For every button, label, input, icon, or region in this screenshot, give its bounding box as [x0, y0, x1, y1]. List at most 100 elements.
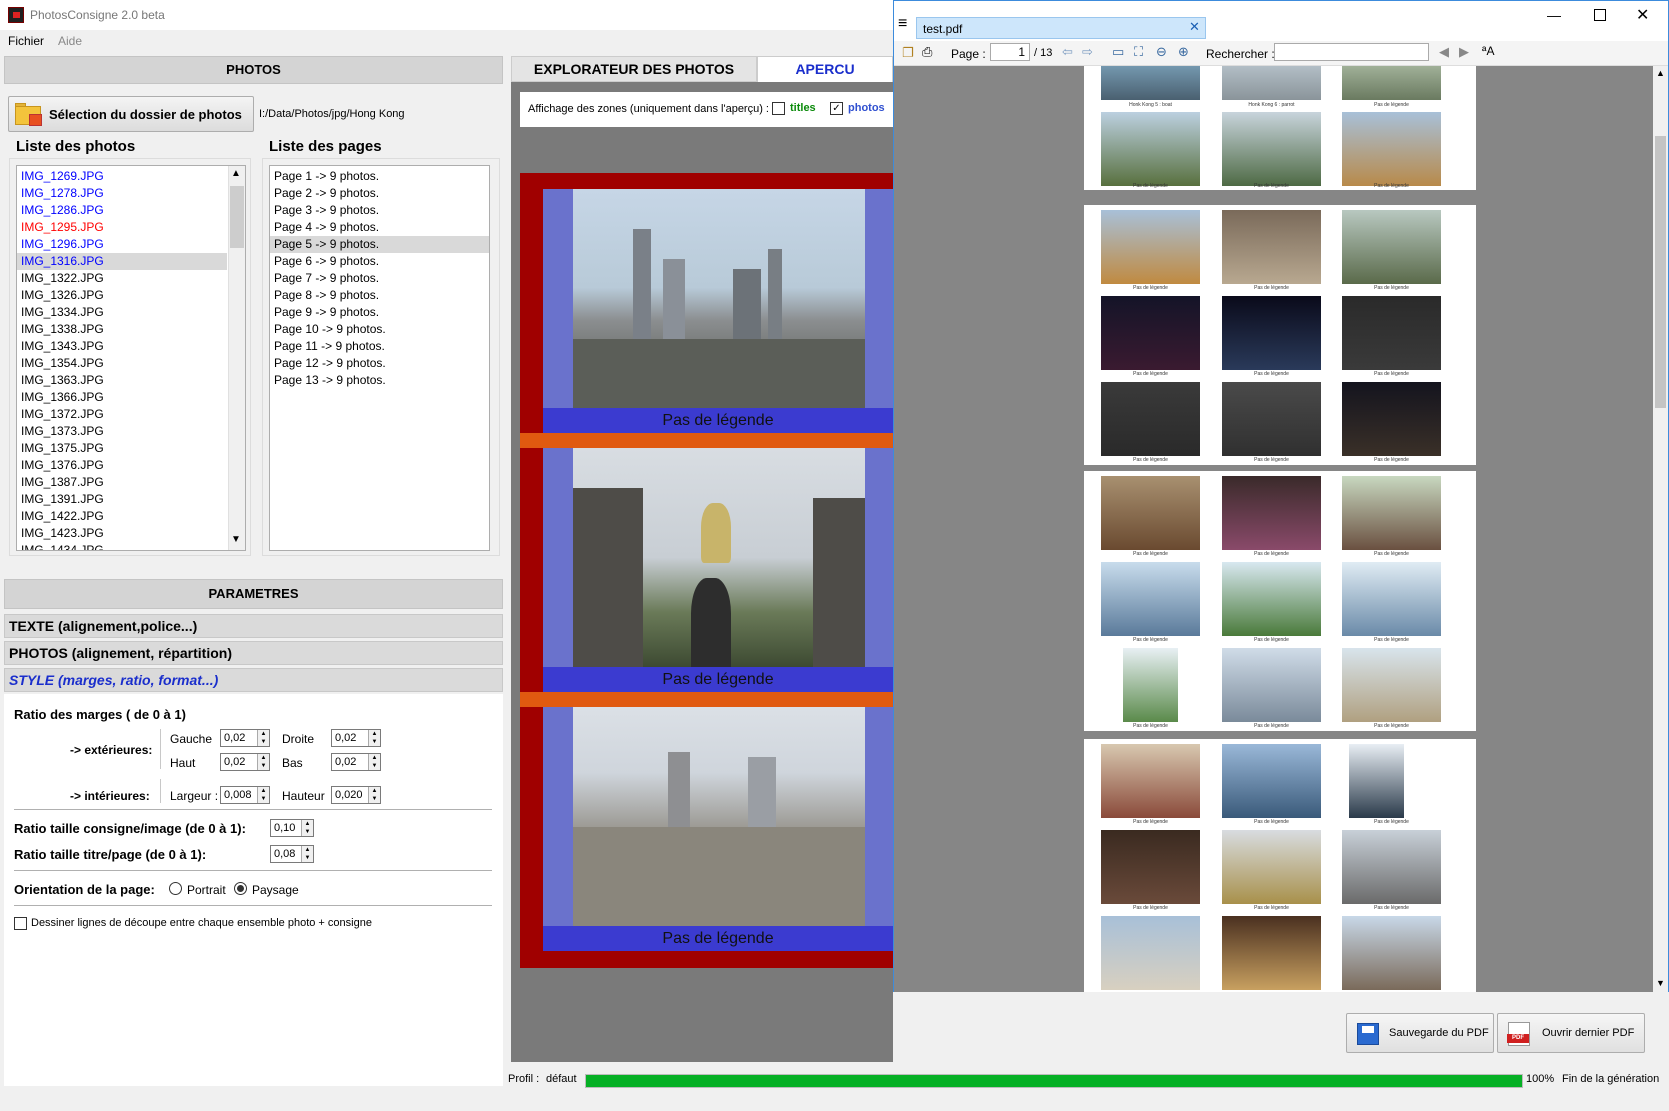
page-list-item[interactable]: Page 11 -> 9 photos.	[270, 338, 489, 355]
pages-list[interactable]: Page 1 -> 9 photos. Page 2 -> 9 photos. Pa…	[269, 165, 490, 551]
cut-lines-checkbox[interactable]	[14, 917, 27, 930]
tab-apercu[interactable]: APERCU	[757, 56, 893, 82]
photos-list-scrollbar[interactable]: ▲ ▼	[228, 166, 245, 550]
scroll-up-icon[interactable]: ▲	[1656, 68, 1665, 78]
search-input[interactable]	[1274, 43, 1429, 61]
portrait-label: Portrait	[187, 883, 226, 897]
spin-arrows-icon[interactable]: ▲ ▼	[257, 787, 269, 803]
photo-list-item[interactable]: IMG_1363.JPG	[17, 372, 227, 389]
paysage-radio[interactable]	[234, 882, 247, 895]
section-texte[interactable]: TEXTE (alignement,police...)	[4, 614, 503, 638]
pdf-tab[interactable]: test.pdf ✕	[916, 17, 1206, 39]
page-list-item[interactable]: Page 2 -> 9 photos.	[270, 185, 489, 202]
spin-arrows-icon[interactable]: ▲ ▼	[368, 730, 380, 746]
page-list-item[interactable]: Page 10 -> 9 photos.	[270, 321, 489, 338]
orientation-label: Orientation de la page:	[14, 882, 155, 897]
scroll-down-icon[interactable]: ▼	[1656, 978, 1665, 988]
hamburger-icon[interactable]: ≡	[898, 16, 907, 32]
bas-spinbox[interactable]: 0,02 ▲ ▼	[331, 753, 381, 771]
spin-arrows-icon[interactable]: ▲ ▼	[257, 754, 269, 770]
spin-arrows-icon[interactable]: ▲ ▼	[368, 754, 380, 770]
spin-arrows-icon[interactable]: ▲ ▼	[301, 846, 313, 862]
ratio-consigne-spinbox[interactable]: 0,10 ▲ ▼	[270, 819, 314, 837]
photo-list-item[interactable]: IMG_1278.JPG	[17, 185, 227, 202]
scroll-up-icon[interactable]: ▲	[231, 168, 241, 179]
photos-list[interactable]: IMG_1269.JPG IMG_1278.JPG IMG_1286.JPG IMG_…	[16, 165, 246, 551]
photo-list-item[interactable]: IMG_1373.JPG	[17, 423, 227, 440]
droite-spinbox[interactable]: 0,02 ▲ ▼	[331, 729, 381, 747]
menu-fichier[interactable]: Fichier	[8, 34, 44, 48]
close-tab-icon[interactable]: ✕	[1189, 19, 1200, 35]
page-list-item[interactable]: Page 9 -> 9 photos.	[270, 304, 489, 321]
photo-list-item[interactable]: IMG_1269.JPG	[17, 168, 227, 185]
photo-list-item[interactable]: IMG_1434.JPG	[17, 542, 227, 550]
minimize-icon[interactable]: —	[1547, 7, 1561, 23]
page-list-item[interactable]: Page 13 -> 9 photos.	[270, 372, 489, 389]
photo-list-item[interactable]: IMG_1326.JPG	[17, 287, 227, 304]
page-list-item[interactable]: Page 5 -> 9 photos.	[270, 236, 489, 253]
scroll-down-icon[interactable]: ▼	[231, 534, 241, 545]
next-page-icon[interactable]: ⇨	[1082, 44, 1093, 60]
photos-checkbox[interactable]: ✓	[830, 102, 843, 115]
section-style[interactable]: STYLE (marges, ratio, format...)	[4, 668, 503, 692]
search-next-icon[interactable]: ▶	[1459, 44, 1469, 60]
largeur-spinbox[interactable]: 0,008 ▲ ▼	[220, 786, 270, 804]
photo-list-item[interactable]: IMG_1343.JPG	[17, 338, 227, 355]
photo-list-item[interactable]: IMG_1322.JPG	[17, 270, 227, 287]
photo-list-item[interactable]: IMG_1296.JPG	[17, 236, 227, 253]
photo-list-item[interactable]: IMG_1375.JPG	[17, 440, 227, 457]
pdf-scrollbar[interactable]: ▲ ▼	[1653, 66, 1668, 992]
page-list-item[interactable]: Page 4 -> 9 photos.	[270, 219, 489, 236]
photo-list-item[interactable]: IMG_1286.JPG	[17, 202, 227, 219]
photo-list-item[interactable]: IMG_1423.JPG	[17, 525, 227, 542]
page-input[interactable]: 1	[990, 43, 1030, 61]
maximize-icon[interactable]	[1594, 9, 1606, 21]
portrait-radio[interactable]	[169, 882, 182, 895]
close-window-icon[interactable]: ✕	[1636, 5, 1649, 25]
open-pdf-button[interactable]: PDF Ouvrir dernier PDF	[1497, 1013, 1645, 1053]
photo-list-item[interactable]: IMG_1387.JPG	[17, 474, 227, 491]
copy-icon[interactable]: ❐	[902, 45, 914, 61]
photo-list-item[interactable]: IMG_1338.JPG	[17, 321, 227, 338]
ratio-titre-spinbox[interactable]: 0,08 ▲ ▼	[270, 845, 314, 863]
photo-list-item[interactable]: IMG_1391.JPG	[17, 491, 227, 508]
preview-caption: Pas de légende	[543, 408, 893, 433]
page-list-item[interactable]: Page 12 -> 9 photos.	[270, 355, 489, 372]
menu-aide[interactable]: Aide	[58, 34, 82, 48]
page-list-item[interactable]: Page 1 -> 9 photos.	[270, 168, 489, 185]
page-list-item[interactable]: Page 6 -> 9 photos.	[270, 253, 489, 270]
spin-arrows-icon[interactable]: ▲ ▼	[368, 787, 380, 803]
print-icon[interactable]: ⎙	[922, 44, 932, 60]
prev-page-icon[interactable]: ⇦	[1062, 44, 1073, 60]
photos-header: PHOTOS	[4, 56, 503, 84]
fit-width-icon[interactable]: ▭	[1112, 44, 1124, 60]
gauche-spinbox[interactable]: 0,02 ▲ ▼	[220, 729, 270, 747]
search-prev-icon[interactable]: ◀	[1439, 44, 1449, 60]
photo-list-item[interactable]: IMG_1334.JPG	[17, 304, 227, 321]
titles-checkbox[interactable]	[772, 102, 785, 115]
photo-list-item[interactable]: IMG_1316.JPG	[17, 253, 227, 270]
spin-arrows-icon[interactable]: ▲ ▼	[301, 820, 313, 836]
section-photos[interactable]: PHOTOS (alignement, répartition)	[4, 641, 503, 665]
zoom-out-icon[interactable]: ⊖	[1156, 44, 1167, 60]
photo-list-item[interactable]: IMG_1376.JPG	[17, 457, 227, 474]
scroll-thumb[interactable]	[230, 186, 244, 248]
haut-spinbox[interactable]: 0,02 ▲ ▼	[220, 753, 270, 771]
match-case-icon[interactable]: ªA	[1482, 44, 1494, 58]
photo-list-item[interactable]: IMG_1366.JPG	[17, 389, 227, 406]
scroll-thumb[interactable]	[1655, 136, 1666, 408]
tab-explorer[interactable]: EXPLORATEUR DES PHOTOS	[511, 56, 757, 82]
select-folder-button[interactable]: Sélection du dossier de photos	[8, 96, 254, 132]
save-pdf-button[interactable]: Sauvegarde du PDF	[1346, 1013, 1494, 1053]
photo-list-item[interactable]: IMG_1422.JPG	[17, 508, 227, 525]
spin-arrows-icon[interactable]: ▲ ▼	[257, 730, 269, 746]
page-list-item[interactable]: Page 7 -> 9 photos.	[270, 270, 489, 287]
fit-page-icon[interactable]: ⛶	[1134, 44, 1143, 60]
photo-list-item[interactable]: IMG_1372.JPG	[17, 406, 227, 423]
page-list-item[interactable]: Page 3 -> 9 photos.	[270, 202, 489, 219]
page-list-item[interactable]: Page 8 -> 9 photos.	[270, 287, 489, 304]
zoom-in-icon[interactable]: ⊕	[1178, 44, 1189, 60]
hauteur-spinbox[interactable]: 0,020 ▲ ▼	[331, 786, 381, 804]
photo-list-item[interactable]: IMG_1354.JPG	[17, 355, 227, 372]
photo-list-item[interactable]: IMG_1295.JPG	[17, 219, 227, 236]
